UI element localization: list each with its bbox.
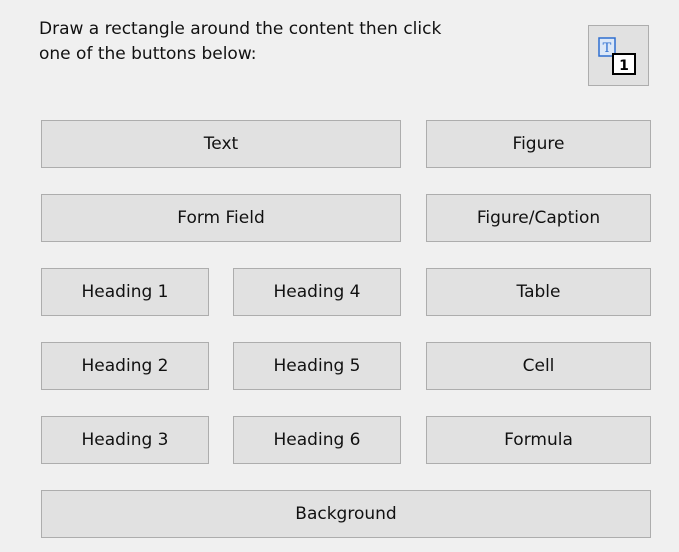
figure-button[interactable]: Figure — [426, 120, 651, 168]
instructions-text: Draw a rectangle around the content then… — [39, 17, 559, 67]
instructions-line-2: one of the buttons below: — [39, 44, 257, 64]
reading-order-icon: T 1 — [598, 37, 636, 75]
background-button[interactable]: Background — [41, 490, 651, 538]
heading-1-button[interactable]: Heading 1 — [41, 268, 209, 316]
text-button[interactable]: Text — [41, 120, 401, 168]
heading-5-button[interactable]: Heading 5 — [233, 342, 401, 390]
table-button[interactable]: Table — [426, 268, 651, 316]
heading-2-button[interactable]: Heading 2 — [41, 342, 209, 390]
heading-6-button[interactable]: Heading 6 — [233, 416, 401, 464]
glyph-t: T — [603, 41, 612, 56]
form-field-button[interactable]: Form Field — [41, 194, 401, 242]
formula-button[interactable]: Formula — [426, 416, 651, 464]
figure-caption-button[interactable]: Figure/Caption — [426, 194, 651, 242]
heading-3-button[interactable]: Heading 3 — [41, 416, 209, 464]
cell-button[interactable]: Cell — [426, 342, 651, 390]
heading-4-button[interactable]: Heading 4 — [233, 268, 401, 316]
instructions-line-1: Draw a rectangle around the content then… — [39, 19, 442, 39]
glyph-1: 1 — [619, 58, 629, 74]
show-order-button[interactable]: T 1 — [588, 25, 649, 86]
